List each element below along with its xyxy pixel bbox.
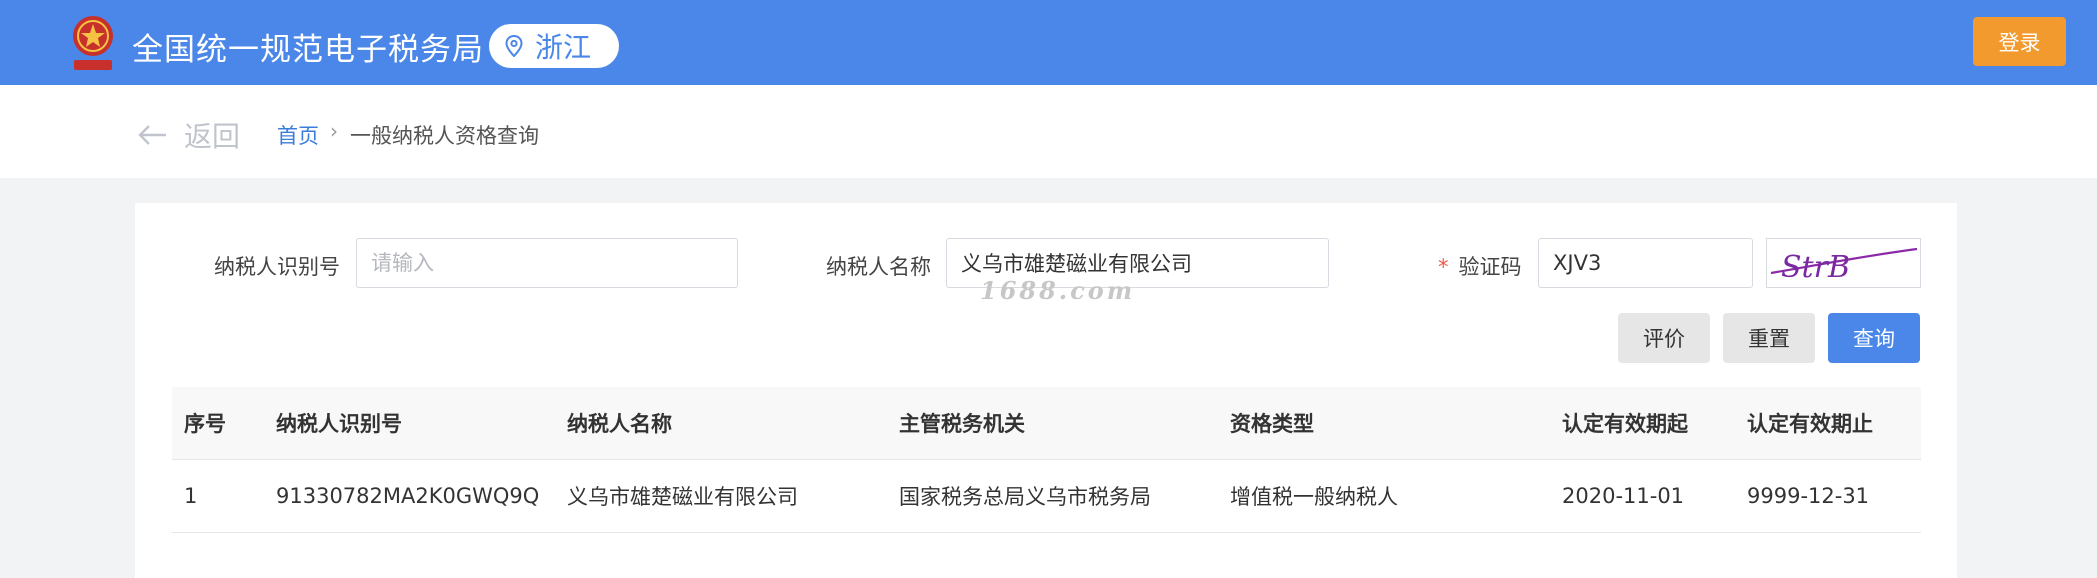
breadcrumb-current: 一般纳税人资格查询	[350, 124, 539, 148]
site-title: 全国统一规范电子税务局	[132, 32, 484, 68]
back-label: 返回	[184, 120, 241, 153]
region-selector[interactable]: 浙江	[489, 24, 619, 68]
results-table: 序号 纳税人识别号 纳税人名称 主管税务机关 资格类型 认定有效期起 认定有效期…	[172, 387, 1921, 533]
watermark: 1688.com	[980, 276, 1136, 305]
cell-valid-from: 2020-11-01	[1550, 459, 1735, 533]
cell-index: 1	[172, 459, 264, 533]
cell-valid-to: 9999-12-31	[1735, 459, 1921, 533]
table-row: 1 91330782MA2K0GWQ9Q 义乌市雄楚磁业有限公司 国家税务总局义…	[172, 459, 1921, 533]
breadcrumb-bar: 返回 首页 › 一般纳税人资格查询	[0, 85, 2097, 178]
captcha-label-text: 验证码	[1458, 255, 1522, 279]
captcha-label: * 验证码	[1438, 251, 1522, 281]
column-header-index: 序号	[172, 387, 264, 460]
taxpayer-id-input[interactable]	[356, 238, 738, 288]
column-header-taxpayer-id: 纳税人识别号	[264, 387, 555, 460]
table-header-row: 序号 纳税人识别号 纳税人名称 主管税务机关 资格类型 认定有效期起 认定有效期…	[172, 387, 1921, 460]
column-header-valid-to: 认定有效期止	[1735, 387, 1921, 460]
taxpayer-id-label: 纳税人识别号	[214, 255, 340, 279]
evaluate-button[interactable]: 评价	[1618, 313, 1710, 363]
breadcrumb-separator: ›	[330, 119, 338, 143]
breadcrumb-home-link[interactable]: 首页	[277, 120, 319, 150]
region-label: 浙江	[535, 31, 592, 64]
cell-taxpayer-name: 义乌市雄楚磁业有限公司	[555, 459, 887, 533]
captcha-text: StrB	[1781, 250, 1850, 285]
taxpayer-name-label: 纳税人名称	[826, 255, 931, 279]
query-button[interactable]: 查询	[1828, 313, 1920, 363]
reset-button[interactable]: 重置	[1723, 313, 1815, 363]
cell-tax-authority: 国家税务总局义乌市税务局	[887, 459, 1218, 533]
column-header-tax-authority: 主管税务机关	[887, 387, 1218, 460]
back-button[interactable]: 返回	[138, 115, 240, 155]
cell-taxpayer-id: 91330782MA2K0GWQ9Q	[264, 459, 555, 533]
captcha-image[interactable]: StrB	[1766, 238, 1921, 288]
location-pin-icon	[505, 35, 523, 57]
tax-emblem-icon	[73, 16, 113, 70]
column-header-qualification-type: 资格类型	[1218, 387, 1550, 460]
required-mark: *	[1438, 255, 1449, 279]
login-button[interactable]: 登录	[1973, 17, 2066, 66]
captcha-input[interactable]	[1538, 238, 1753, 288]
column-header-taxpayer-name: 纳税人名称	[555, 387, 887, 460]
cell-qualification-type: 增值税一般纳税人	[1218, 459, 1550, 533]
top-bar: 全国统一规范电子税务局 浙江 登录	[0, 0, 2097, 85]
column-header-valid-from: 认定有效期起	[1550, 387, 1735, 460]
arrow-left-icon	[138, 125, 166, 145]
captcha-graphic: StrB	[1770, 247, 1918, 285]
